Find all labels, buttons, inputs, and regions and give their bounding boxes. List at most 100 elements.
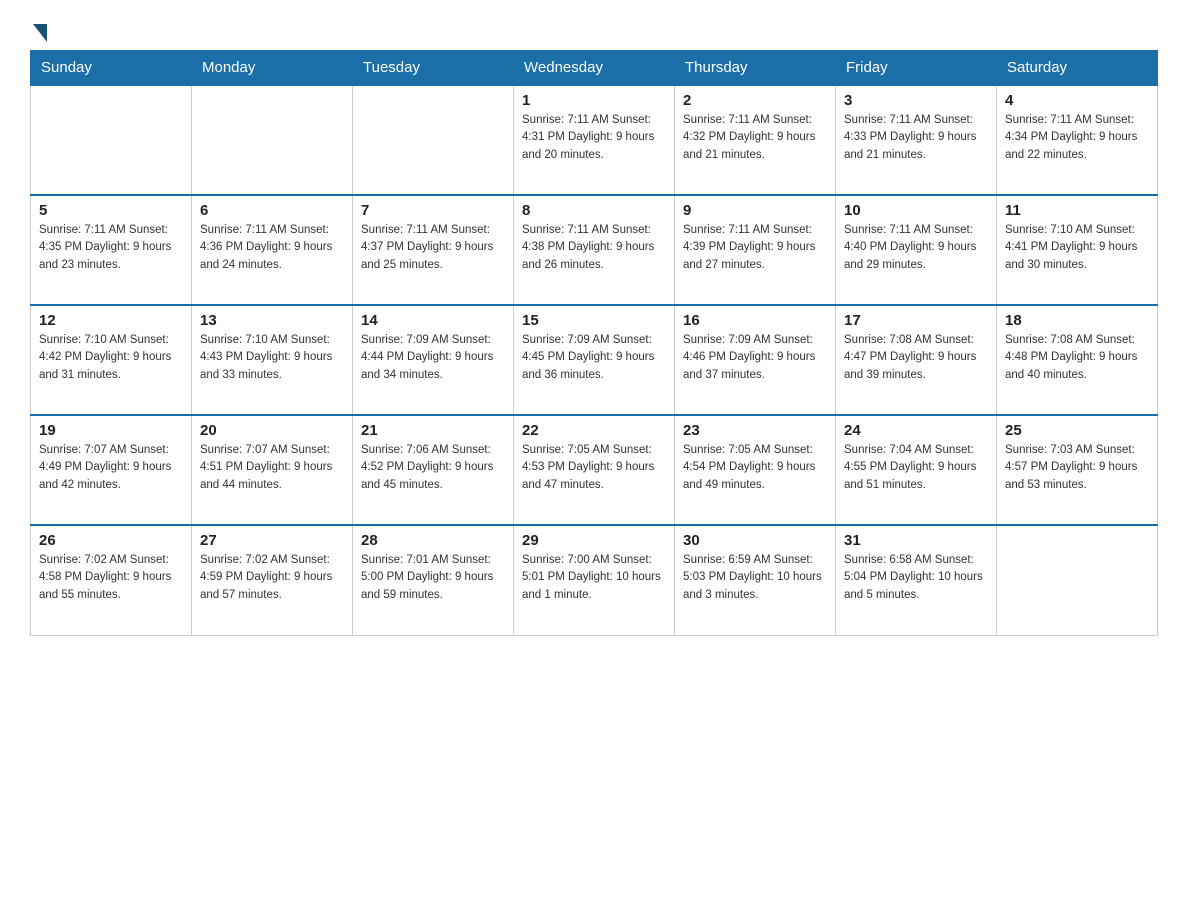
day-info: Sunrise: 7:09 AM Sunset: 4:45 PM Dayligh… (522, 332, 666, 384)
day-info: Sunrise: 7:10 AM Sunset: 4:43 PM Dayligh… (200, 332, 344, 384)
day-number: 14 (361, 312, 505, 329)
day-number: 18 (1005, 312, 1149, 329)
day-info: Sunrise: 7:11 AM Sunset: 4:33 PM Dayligh… (844, 112, 988, 164)
column-header-monday: Monday (192, 51, 353, 86)
day-info: Sunrise: 7:10 AM Sunset: 4:41 PM Dayligh… (1005, 222, 1149, 274)
day-info: Sunrise: 7:08 AM Sunset: 4:48 PM Dayligh… (1005, 332, 1149, 384)
logo-arrow-icon (33, 24, 47, 42)
day-info: Sunrise: 7:09 AM Sunset: 4:44 PM Dayligh… (361, 332, 505, 384)
day-info: Sunrise: 7:11 AM Sunset: 4:39 PM Dayligh… (683, 222, 827, 274)
column-header-sunday: Sunday (31, 51, 192, 86)
calendar-cell: 10Sunrise: 7:11 AM Sunset: 4:40 PM Dayli… (836, 195, 997, 305)
calendar-cell: 21 Sunrise: 7:06 AM Sunset: 4:52 PM Dayli… (353, 415, 514, 525)
day-info: Sunrise: 7:10 AM Sunset: 4:42 PM Dayligh… (39, 332, 183, 384)
calendar-cell: 11 Sunrise: 7:10 AM Sunset: 4:41 PM Dayli… (997, 195, 1158, 305)
day-number: 4 (1005, 92, 1149, 109)
page-header (30, 20, 1158, 40)
day-info: Sunrise: 7:05 AM Sunset: 4:54 PM Dayligh… (683, 442, 827, 494)
day-number: 17 (844, 312, 988, 329)
day-info: Sunrise: 7:01 AM Sunset: 5:00 PM Dayligh… (361, 552, 505, 604)
day-info: Sunrise: 7:08 AM Sunset: 4:47 PM Dayligh… (844, 332, 988, 384)
calendar-cell: 27Sunrise: 7:02 AM Sunset: 4:59 PM Dayli… (192, 525, 353, 635)
day-number: 6 (200, 202, 344, 219)
day-info: Sunrise: 7:07 AM Sunset: 4:51 PM Dayligh… (200, 442, 344, 494)
calendar-cell: 29 Sunrise: 7:00 AM Sunset: 5:01 PM Dayli… (514, 525, 675, 635)
week-row-2: 5 Sunrise: 7:11 AM Sunset: 4:35 PM Daylig… (31, 195, 1158, 305)
day-info: Sunrise: 7:09 AM Sunset: 4:46 PM Dayligh… (683, 332, 827, 384)
day-number: 25 (1005, 422, 1149, 439)
calendar-header-row: SundayMondayTuesdayWednesdayThursdayFrid… (31, 51, 1158, 86)
day-number: 30 (683, 532, 827, 549)
day-info: Sunrise: 7:11 AM Sunset: 4:38 PM Dayligh… (522, 222, 666, 274)
day-info: Sunrise: 7:11 AM Sunset: 4:32 PM Dayligh… (683, 112, 827, 164)
week-row-1: 1 Sunrise: 7:11 AM Sunset: 4:31 PM Daylig… (31, 85, 1158, 195)
day-info: Sunrise: 7:03 AM Sunset: 4:57 PM Dayligh… (1005, 442, 1149, 494)
day-number: 10 (844, 202, 988, 219)
day-info: Sunrise: 6:59 AM Sunset: 5:03 PM Dayligh… (683, 552, 827, 604)
day-number: 5 (39, 202, 183, 219)
day-info: Sunrise: 7:00 AM Sunset: 5:01 PM Dayligh… (522, 552, 666, 604)
day-number: 27 (200, 532, 344, 549)
day-info: Sunrise: 7:05 AM Sunset: 4:53 PM Dayligh… (522, 442, 666, 494)
calendar-cell: 20 Sunrise: 7:07 AM Sunset: 4:51 PM Dayli… (192, 415, 353, 525)
calendar-cell: 2Sunrise: 7:11 AM Sunset: 4:32 PM Daylig… (675, 85, 836, 195)
column-header-saturday: Saturday (997, 51, 1158, 86)
day-info: Sunrise: 7:11 AM Sunset: 4:36 PM Dayligh… (200, 222, 344, 274)
calendar-cell: 8 Sunrise: 7:11 AM Sunset: 4:38 PM Daylig… (514, 195, 675, 305)
calendar-cell: 9 Sunrise: 7:11 AM Sunset: 4:39 PM Daylig… (675, 195, 836, 305)
calendar-cell: 4 Sunrise: 7:11 AM Sunset: 4:34 PM Daylig… (997, 85, 1158, 195)
day-info: Sunrise: 7:11 AM Sunset: 4:37 PM Dayligh… (361, 222, 505, 274)
calendar-cell (192, 85, 353, 195)
calendar-cell: 1 Sunrise: 7:11 AM Sunset: 4:31 PM Daylig… (514, 85, 675, 195)
calendar-cell: 3 Sunrise: 7:11 AM Sunset: 4:33 PM Daylig… (836, 85, 997, 195)
day-number: 1 (522, 92, 666, 109)
day-number: 9 (683, 202, 827, 219)
week-row-4: 19Sunrise: 7:07 AM Sunset: 4:49 PM Dayli… (31, 415, 1158, 525)
calendar-cell: 28 Sunrise: 7:01 AM Sunset: 5:00 PM Dayli… (353, 525, 514, 635)
day-number: 21 (361, 422, 505, 439)
calendar-cell: 23 Sunrise: 7:05 AM Sunset: 4:54 PM Dayli… (675, 415, 836, 525)
calendar-cell: 25 Sunrise: 7:03 AM Sunset: 4:57 PM Dayli… (997, 415, 1158, 525)
calendar-cell: 17 Sunrise: 7:08 AM Sunset: 4:47 PM Dayli… (836, 305, 997, 415)
calendar-cell: 18 Sunrise: 7:08 AM Sunset: 4:48 PM Dayli… (997, 305, 1158, 415)
day-number: 26 (39, 532, 183, 549)
day-info: Sunrise: 7:07 AM Sunset: 4:49 PM Dayligh… (39, 442, 183, 494)
day-number: 29 (522, 532, 666, 549)
week-row-3: 12 Sunrise: 7:10 AM Sunset: 4:42 PM Dayli… (31, 305, 1158, 415)
week-row-5: 26Sunrise: 7:02 AM Sunset: 4:58 PM Dayli… (31, 525, 1158, 635)
day-number: 3 (844, 92, 988, 109)
day-number: 22 (522, 422, 666, 439)
calendar-cell: 22 Sunrise: 7:05 AM Sunset: 4:53 PM Dayli… (514, 415, 675, 525)
column-header-tuesday: Tuesday (353, 51, 514, 86)
day-number: 20 (200, 422, 344, 439)
day-info: Sunrise: 7:06 AM Sunset: 4:52 PM Dayligh… (361, 442, 505, 494)
calendar-table: SundayMondayTuesdayWednesdayThursdayFrid… (30, 50, 1158, 636)
calendar-cell (353, 85, 514, 195)
day-info: Sunrise: 7:11 AM Sunset: 4:31 PM Dayligh… (522, 112, 666, 164)
day-info: Sunrise: 7:11 AM Sunset: 4:34 PM Dayligh… (1005, 112, 1149, 164)
column-header-friday: Friday (836, 51, 997, 86)
day-number: 31 (844, 532, 988, 549)
calendar-cell: 30 Sunrise: 6:59 AM Sunset: 5:03 PM Dayli… (675, 525, 836, 635)
day-number: 12 (39, 312, 183, 329)
day-info: Sunrise: 6:58 AM Sunset: 5:04 PM Dayligh… (844, 552, 988, 604)
calendar-cell (997, 525, 1158, 635)
day-number: 15 (522, 312, 666, 329)
calendar-cell (31, 85, 192, 195)
day-info: Sunrise: 7:11 AM Sunset: 4:35 PM Dayligh… (39, 222, 183, 274)
calendar-cell: 14 Sunrise: 7:09 AM Sunset: 4:44 PM Dayli… (353, 305, 514, 415)
day-number: 23 (683, 422, 827, 439)
column-header-thursday: Thursday (675, 51, 836, 86)
calendar-cell: 12 Sunrise: 7:10 AM Sunset: 4:42 PM Dayli… (31, 305, 192, 415)
day-number: 7 (361, 202, 505, 219)
calendar-cell: 24Sunrise: 7:04 AM Sunset: 4:55 PM Dayli… (836, 415, 997, 525)
calendar-cell: 15 Sunrise: 7:09 AM Sunset: 4:45 PM Dayli… (514, 305, 675, 415)
day-number: 8 (522, 202, 666, 219)
day-number: 16 (683, 312, 827, 329)
day-info: Sunrise: 7:04 AM Sunset: 4:55 PM Dayligh… (844, 442, 988, 494)
calendar-cell: 26Sunrise: 7:02 AM Sunset: 4:58 PM Dayli… (31, 525, 192, 635)
calendar-cell: 19Sunrise: 7:07 AM Sunset: 4:49 PM Dayli… (31, 415, 192, 525)
day-number: 28 (361, 532, 505, 549)
day-number: 11 (1005, 202, 1149, 219)
calendar-cell: 5 Sunrise: 7:11 AM Sunset: 4:35 PM Daylig… (31, 195, 192, 305)
